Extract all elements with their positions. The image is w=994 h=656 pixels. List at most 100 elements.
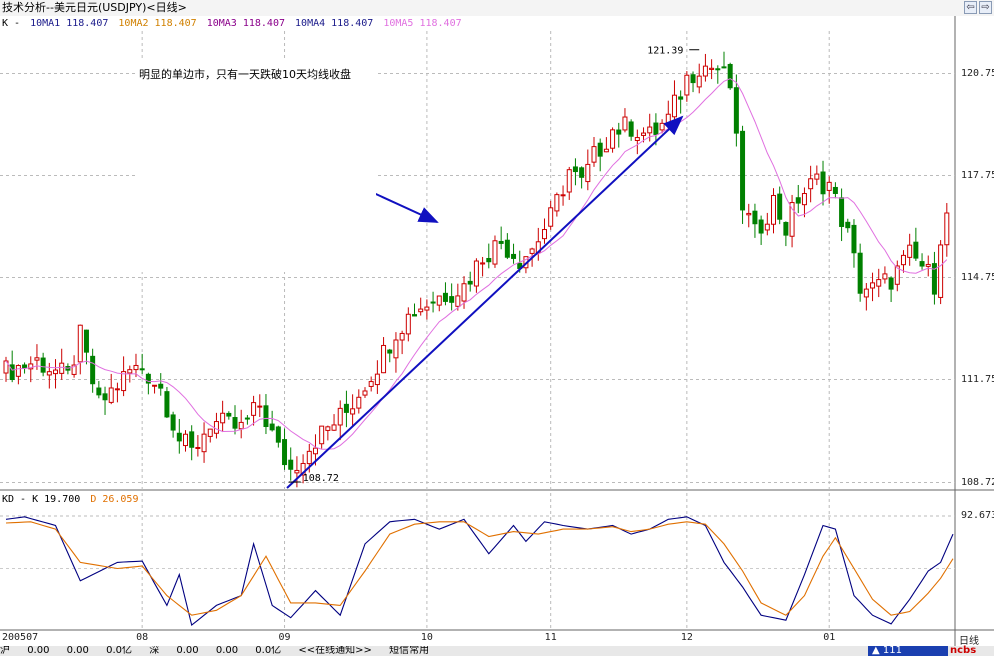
candle-body — [319, 425, 325, 445]
candle-body — [455, 295, 461, 307]
candle-body — [628, 121, 634, 137]
candle-body — [900, 254, 906, 266]
status-sz-1: 0.00 — [176, 646, 199, 656]
candle-body — [405, 313, 411, 335]
candle-body — [337, 407, 343, 426]
candle-body — [473, 260, 479, 287]
candle-body — [876, 279, 882, 287]
candle-body — [492, 240, 498, 265]
candle-body — [436, 295, 442, 306]
candle-body — [46, 371, 52, 376]
kd-line-k — [5, 516, 954, 627]
kd-tick-label: 92.673 — [961, 510, 994, 521]
candle-body — [579, 167, 585, 178]
candle-body — [671, 94, 677, 118]
candle-body — [944, 212, 950, 246]
candle-body — [622, 116, 628, 131]
candle-body — [808, 178, 814, 190]
candle-body — [665, 113, 671, 124]
candle-body — [610, 129, 616, 149]
candle-body — [591, 146, 597, 163]
candle-body — [275, 426, 281, 443]
candle-body — [127, 369, 133, 374]
candle-body — [59, 362, 65, 374]
status-sz: 深 — [149, 646, 160, 656]
candle-body — [925, 263, 931, 267]
candle-body — [114, 388, 120, 391]
candle-body — [511, 253, 517, 259]
candle-body — [486, 257, 492, 263]
candle-body — [9, 364, 15, 380]
candle-body — [393, 339, 399, 359]
candle-body — [504, 239, 510, 258]
candle-body — [789, 202, 795, 237]
candle-body — [938, 244, 944, 298]
candle-body — [554, 194, 560, 212]
candle-body — [857, 252, 863, 294]
candle-body — [170, 414, 176, 431]
candle-body — [641, 132, 647, 136]
candle-body — [839, 197, 845, 227]
status-sz-2: 0.00 — [215, 646, 239, 656]
low-label: 108.72 — [303, 473, 339, 484]
candle-body — [40, 357, 46, 373]
candle-body — [702, 65, 708, 77]
online-notice-link[interactable]: <<在线通知>> — [298, 646, 372, 656]
candle-body — [331, 424, 337, 431]
logo-text: ncbs — [950, 645, 977, 656]
candle-body — [34, 357, 40, 361]
candle-body — [863, 288, 869, 298]
candle-body — [919, 261, 925, 267]
status-badge[interactable]: ▲ 111 — [868, 646, 948, 656]
candle-body — [121, 371, 127, 392]
candle-body — [238, 421, 244, 430]
candle-body — [244, 417, 250, 420]
candle-body — [548, 207, 554, 227]
candle-body — [721, 66, 727, 69]
candle-body — [362, 390, 368, 396]
candle-body — [684, 74, 690, 96]
candle-body — [801, 193, 807, 206]
candle-body — [182, 433, 188, 447]
candle-body — [263, 405, 269, 428]
candle-body — [53, 369, 59, 375]
candle-body — [616, 129, 622, 135]
y-tick-label: 120.75 — [961, 67, 994, 79]
candle-body — [139, 368, 145, 371]
candle-body — [201, 433, 207, 453]
candle-body — [832, 186, 838, 194]
candle-body — [251, 402, 257, 416]
candle-body — [213, 421, 219, 434]
candle-body — [678, 96, 684, 100]
candle-body — [814, 173, 820, 180]
candle-body — [529, 248, 535, 254]
candle-body — [771, 194, 777, 225]
candle-body — [690, 74, 696, 84]
candle-body — [634, 137, 640, 141]
candle-body — [585, 163, 591, 183]
candle-body — [15, 365, 21, 377]
candle-body — [820, 171, 826, 195]
candle-body — [764, 223, 770, 231]
candle-body — [189, 431, 195, 448]
candle-body — [709, 67, 715, 70]
x-tick-label: 11 — [544, 632, 557, 643]
candle-body — [232, 417, 238, 429]
candle-body — [96, 387, 102, 396]
candle-body — [381, 344, 387, 374]
high-label: 121.39 — [647, 46, 683, 57]
candle-body — [541, 229, 547, 240]
x-tick-label: 09 — [278, 632, 291, 643]
candle-body — [888, 277, 894, 290]
candle-body — [845, 221, 851, 229]
candle-body — [746, 212, 752, 216]
y-tick-label: 108.72 — [961, 476, 994, 488]
sms-menu[interactable]: 短信常用 — [389, 646, 429, 656]
candle-body — [90, 355, 96, 385]
candle-body — [312, 447, 318, 455]
candle-body — [102, 393, 108, 401]
candle-body — [572, 166, 578, 173]
candle-body — [22, 364, 28, 369]
candle-body — [257, 405, 263, 408]
candle-body — [306, 450, 312, 465]
